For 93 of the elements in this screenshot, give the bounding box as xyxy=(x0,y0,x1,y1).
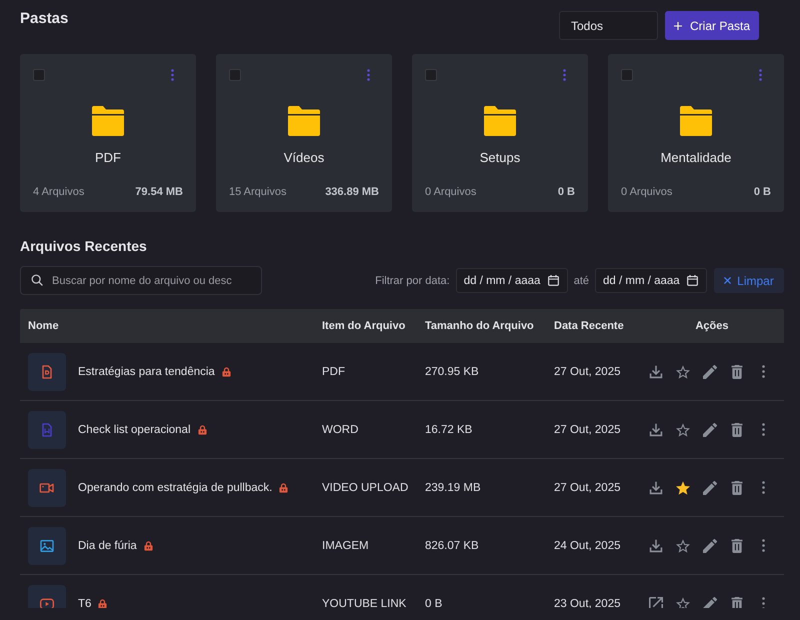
star-icon[interactable] xyxy=(676,422,690,436)
column-header: Data Recente xyxy=(553,320,624,332)
file-name[interactable]: Estratégias para tendência xyxy=(78,366,215,378)
search-icon xyxy=(31,274,43,286)
file-count: 0 Arquivos xyxy=(621,185,672,199)
section-title: Pastas xyxy=(20,11,68,27)
section-title: Arquivos Recentes xyxy=(20,238,147,254)
pencil-icon[interactable] xyxy=(703,596,717,608)
calendar-icon[interactable] xyxy=(548,275,559,286)
table-cell-text: 239.19 MB xyxy=(424,482,481,494)
star-icon[interactable] xyxy=(676,364,690,378)
calendar-icon[interactable] xyxy=(687,275,698,286)
column-header: Tamanho do Arquivo xyxy=(424,320,534,332)
plus-icon xyxy=(674,22,682,30)
trash-icon[interactable] xyxy=(730,538,744,552)
folder-size: 336.89 MB xyxy=(325,185,379,199)
pencil-icon[interactable] xyxy=(703,422,717,436)
file-name[interactable]: T6 xyxy=(78,598,92,608)
create-folder-button[interactable]: Criar Pasta xyxy=(665,11,759,40)
filter-dropdown[interactable]: Todos xyxy=(559,11,658,40)
table-cell-text: VIDEO UPLOAD xyxy=(321,482,408,494)
column-header: Nome xyxy=(27,320,59,332)
table-cell-text: 0 B xyxy=(424,598,442,608)
file-count: 15 Arquivos xyxy=(229,185,286,199)
trash-icon[interactable] xyxy=(730,596,744,608)
kebab-menu-icon[interactable] xyxy=(762,539,765,552)
kebab-menu-icon[interactable] xyxy=(762,481,765,494)
folder-size: 0 B xyxy=(558,185,575,199)
trash-icon[interactable] xyxy=(730,480,744,494)
file-name[interactable]: Check list operacional xyxy=(78,424,191,436)
search-field[interactable]: Buscar por nome do arquivo ou desc xyxy=(20,266,262,295)
checkbox[interactable] xyxy=(229,69,241,81)
folder-card[interactable]: PDF 4 Arquivos 79.54 MB xyxy=(20,54,196,212)
video-camera-icon xyxy=(28,468,66,506)
column-header: Item do Arquivo xyxy=(321,320,406,332)
external-link-icon[interactable] xyxy=(649,596,663,608)
checkbox[interactable] xyxy=(425,69,437,81)
table-cell-text: 24 Out, 2025 xyxy=(553,540,620,552)
kebab-menu-icon[interactable] xyxy=(762,423,765,436)
table-cell-text: 27 Out, 2025 xyxy=(553,424,620,436)
table-cell-text: WORD xyxy=(321,424,358,436)
pencil-icon[interactable] xyxy=(703,538,717,552)
file-name[interactable]: Dia de fúria xyxy=(78,540,137,552)
pencil-icon[interactable] xyxy=(703,480,717,494)
table-cell-text: 16.72 KB xyxy=(424,424,472,436)
table-cell-text: 27 Out, 2025 xyxy=(553,482,620,494)
table-cell-text: PDF xyxy=(321,366,345,378)
file-count: 4 Arquivos xyxy=(33,185,84,199)
folder-name: PDF xyxy=(95,150,121,166)
folder-name: Mentalidade xyxy=(660,150,732,166)
download-icon[interactable] xyxy=(649,422,663,436)
folder-size: 79.54 MB xyxy=(135,185,183,199)
folder-name: Setups xyxy=(480,150,520,166)
folder-card[interactable]: Vídeos 15 Arquivos 336.89 MB xyxy=(216,54,392,212)
checkbox[interactable] xyxy=(33,69,45,81)
folder-name: Vídeos xyxy=(284,150,324,166)
table-cell-text: 826.07 KB xyxy=(424,540,479,552)
download-icon[interactable] xyxy=(649,480,663,494)
table-cell-text: 27 Out, 2025 xyxy=(553,366,620,378)
trash-icon[interactable] xyxy=(730,422,744,436)
file-name[interactable]: Operando com estratégia de pullback. xyxy=(78,482,272,494)
checkbox[interactable] xyxy=(621,69,633,81)
file-count: 0 Arquivos xyxy=(425,185,476,199)
folder-size: 0 B xyxy=(754,185,771,199)
folder-icon xyxy=(288,106,320,136)
download-icon[interactable] xyxy=(649,364,663,378)
trash-icon[interactable] xyxy=(730,364,744,378)
folder-icon xyxy=(92,106,124,136)
document-icon xyxy=(28,352,66,390)
folder-icon xyxy=(680,106,712,136)
table-cell-text: IMAGEM xyxy=(321,540,369,552)
close-icon xyxy=(724,277,732,284)
star-icon[interactable] xyxy=(676,596,690,608)
range-separator: até xyxy=(574,274,589,286)
kebab-menu-icon[interactable] xyxy=(762,365,765,378)
table-cell-text: 23 Out, 2025 xyxy=(553,598,620,608)
filter-label: Filtrar por data: xyxy=(375,274,450,286)
column-header: Ações xyxy=(695,320,729,332)
folder-card[interactable]: Setups 0 Arquivos 0 B xyxy=(412,54,588,212)
kebab-menu-icon[interactable] xyxy=(762,597,765,608)
download-icon[interactable] xyxy=(649,538,663,552)
folder-icon xyxy=(484,106,516,136)
image-icon xyxy=(28,526,66,564)
pencil-icon[interactable] xyxy=(703,364,717,378)
date-field[interactable]: dd / mm / aaaa xyxy=(456,268,568,293)
document-icon xyxy=(28,410,66,448)
star-icon[interactable] xyxy=(676,538,690,552)
star-icon[interactable] xyxy=(676,480,690,494)
table-cell-text: YOUTUBE LINK xyxy=(321,598,406,608)
clear-button[interactable]: Limpar xyxy=(714,268,784,293)
date-field[interactable]: dd / mm / aaaa xyxy=(595,268,707,293)
folder-card[interactable]: Mentalidade 0 Arquivos 0 B xyxy=(608,54,784,212)
table-cell-text: 270.95 KB xyxy=(424,366,479,378)
